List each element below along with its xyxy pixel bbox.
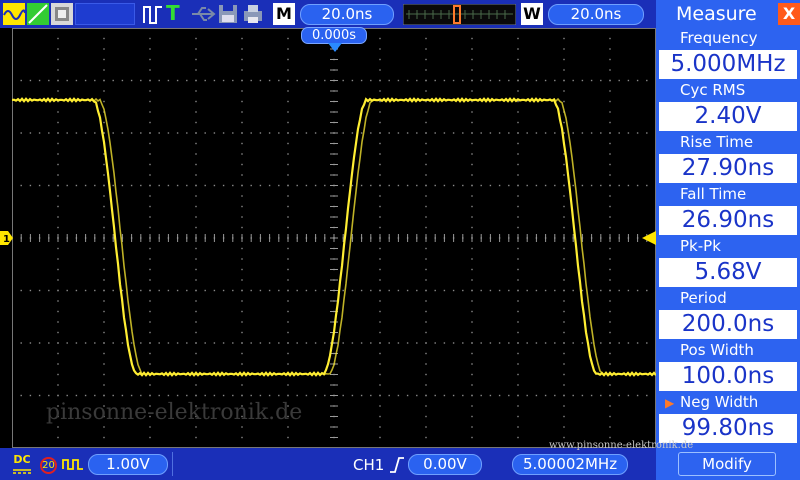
- measure-value[interactable]: 99.80ns: [659, 414, 797, 443]
- trigger-level-display[interactable]: 0.00V: [408, 454, 482, 475]
- measure-label: Neg Width: [680, 393, 759, 411]
- divider: [172, 452, 173, 476]
- main-timebase-m-button[interactable]: M: [273, 3, 295, 25]
- measure-label: Fall Time: [680, 185, 747, 203]
- ch1-volts-div-display[interactable]: 1.00V: [88, 454, 168, 475]
- persist-mode-icon[interactable]: [51, 3, 73, 25]
- bandwidth-limit-badge[interactable]: 20: [40, 457, 57, 474]
- acquire-mode-icon[interactable]: [62, 457, 84, 471]
- measure-label: Rise Time: [680, 133, 754, 151]
- measure-label: Pos Width: [680, 341, 754, 359]
- measure-label: Cyc RMS: [680, 81, 746, 99]
- window-timebase-display[interactable]: 20.0ns: [548, 4, 644, 25]
- window-timebase-w-button[interactable]: W: [521, 3, 543, 25]
- vector-mode-icon[interactable]: [27, 3, 49, 25]
- print-icon[interactable]: [242, 3, 264, 25]
- usb-icon: [192, 7, 216, 21]
- source-url-text: www.pinsonne-elektronik.de: [549, 440, 694, 451]
- measure-value[interactable]: 100.0ns: [659, 362, 797, 391]
- coupling-indicator[interactable]: DC: [11, 454, 33, 476]
- status-slot: [75, 3, 135, 25]
- close-button[interactable]: X: [778, 3, 800, 25]
- trigger-edge-pulse-icon[interactable]: [142, 3, 164, 25]
- measure-panel: Measure X Frequency 5.000MHz Cyc RMS 2.40V R…: [656, 0, 800, 480]
- bottom-status-bar: DC 20 1.00V CH1 0.00V 5.00002MHz: [0, 448, 656, 480]
- measure-label: Pk-Pk: [680, 237, 721, 255]
- trigger-status-icon: T: [166, 1, 180, 25]
- trigger-source-label: CH1: [353, 456, 385, 474]
- trigger-offset-display[interactable]: 0.000s: [301, 27, 367, 44]
- measure-label: Frequency: [680, 29, 758, 47]
- dc-coupling-icon: [13, 469, 31, 474]
- watermark-text: pinsonne-elektronik.de: [46, 400, 303, 425]
- ch1-position-marker-icon[interactable]: 1: [0, 231, 13, 245]
- ch1-marker-label: 1: [3, 234, 10, 245]
- waveform-display-icon[interactable]: [3, 3, 25, 25]
- coupling-label: DC: [13, 453, 31, 466]
- measure-value[interactable]: 27.90ns: [659, 154, 797, 183]
- memory-position-bar[interactable]: [403, 4, 516, 25]
- trigger-position-marker-icon[interactable]: [328, 43, 342, 53]
- timebase-display[interactable]: 20.0ns: [300, 4, 394, 25]
- modify-button[interactable]: Modify: [678, 452, 776, 476]
- measure-value[interactable]: 5.68V: [659, 258, 797, 287]
- trigger-level-marker-icon[interactable]: [642, 231, 656, 245]
- rising-edge-icon[interactable]: [389, 456, 405, 474]
- frequency-counter-display[interactable]: 5.00002MHz: [512, 454, 628, 475]
- save-disk-icon[interactable]: [218, 3, 238, 25]
- measure-label: Period: [680, 289, 727, 307]
- measure-value[interactable]: 26.90ns: [659, 206, 797, 235]
- measure-value[interactable]: 2.40V: [659, 102, 797, 131]
- waveform-display[interactable]: [12, 28, 656, 448]
- measure-value[interactable]: 5.000MHz: [659, 50, 797, 79]
- measure-value[interactable]: 200.0ns: [659, 310, 797, 339]
- top-toolbar: T M 20.0ns W 20.0ns: [0, 0, 656, 28]
